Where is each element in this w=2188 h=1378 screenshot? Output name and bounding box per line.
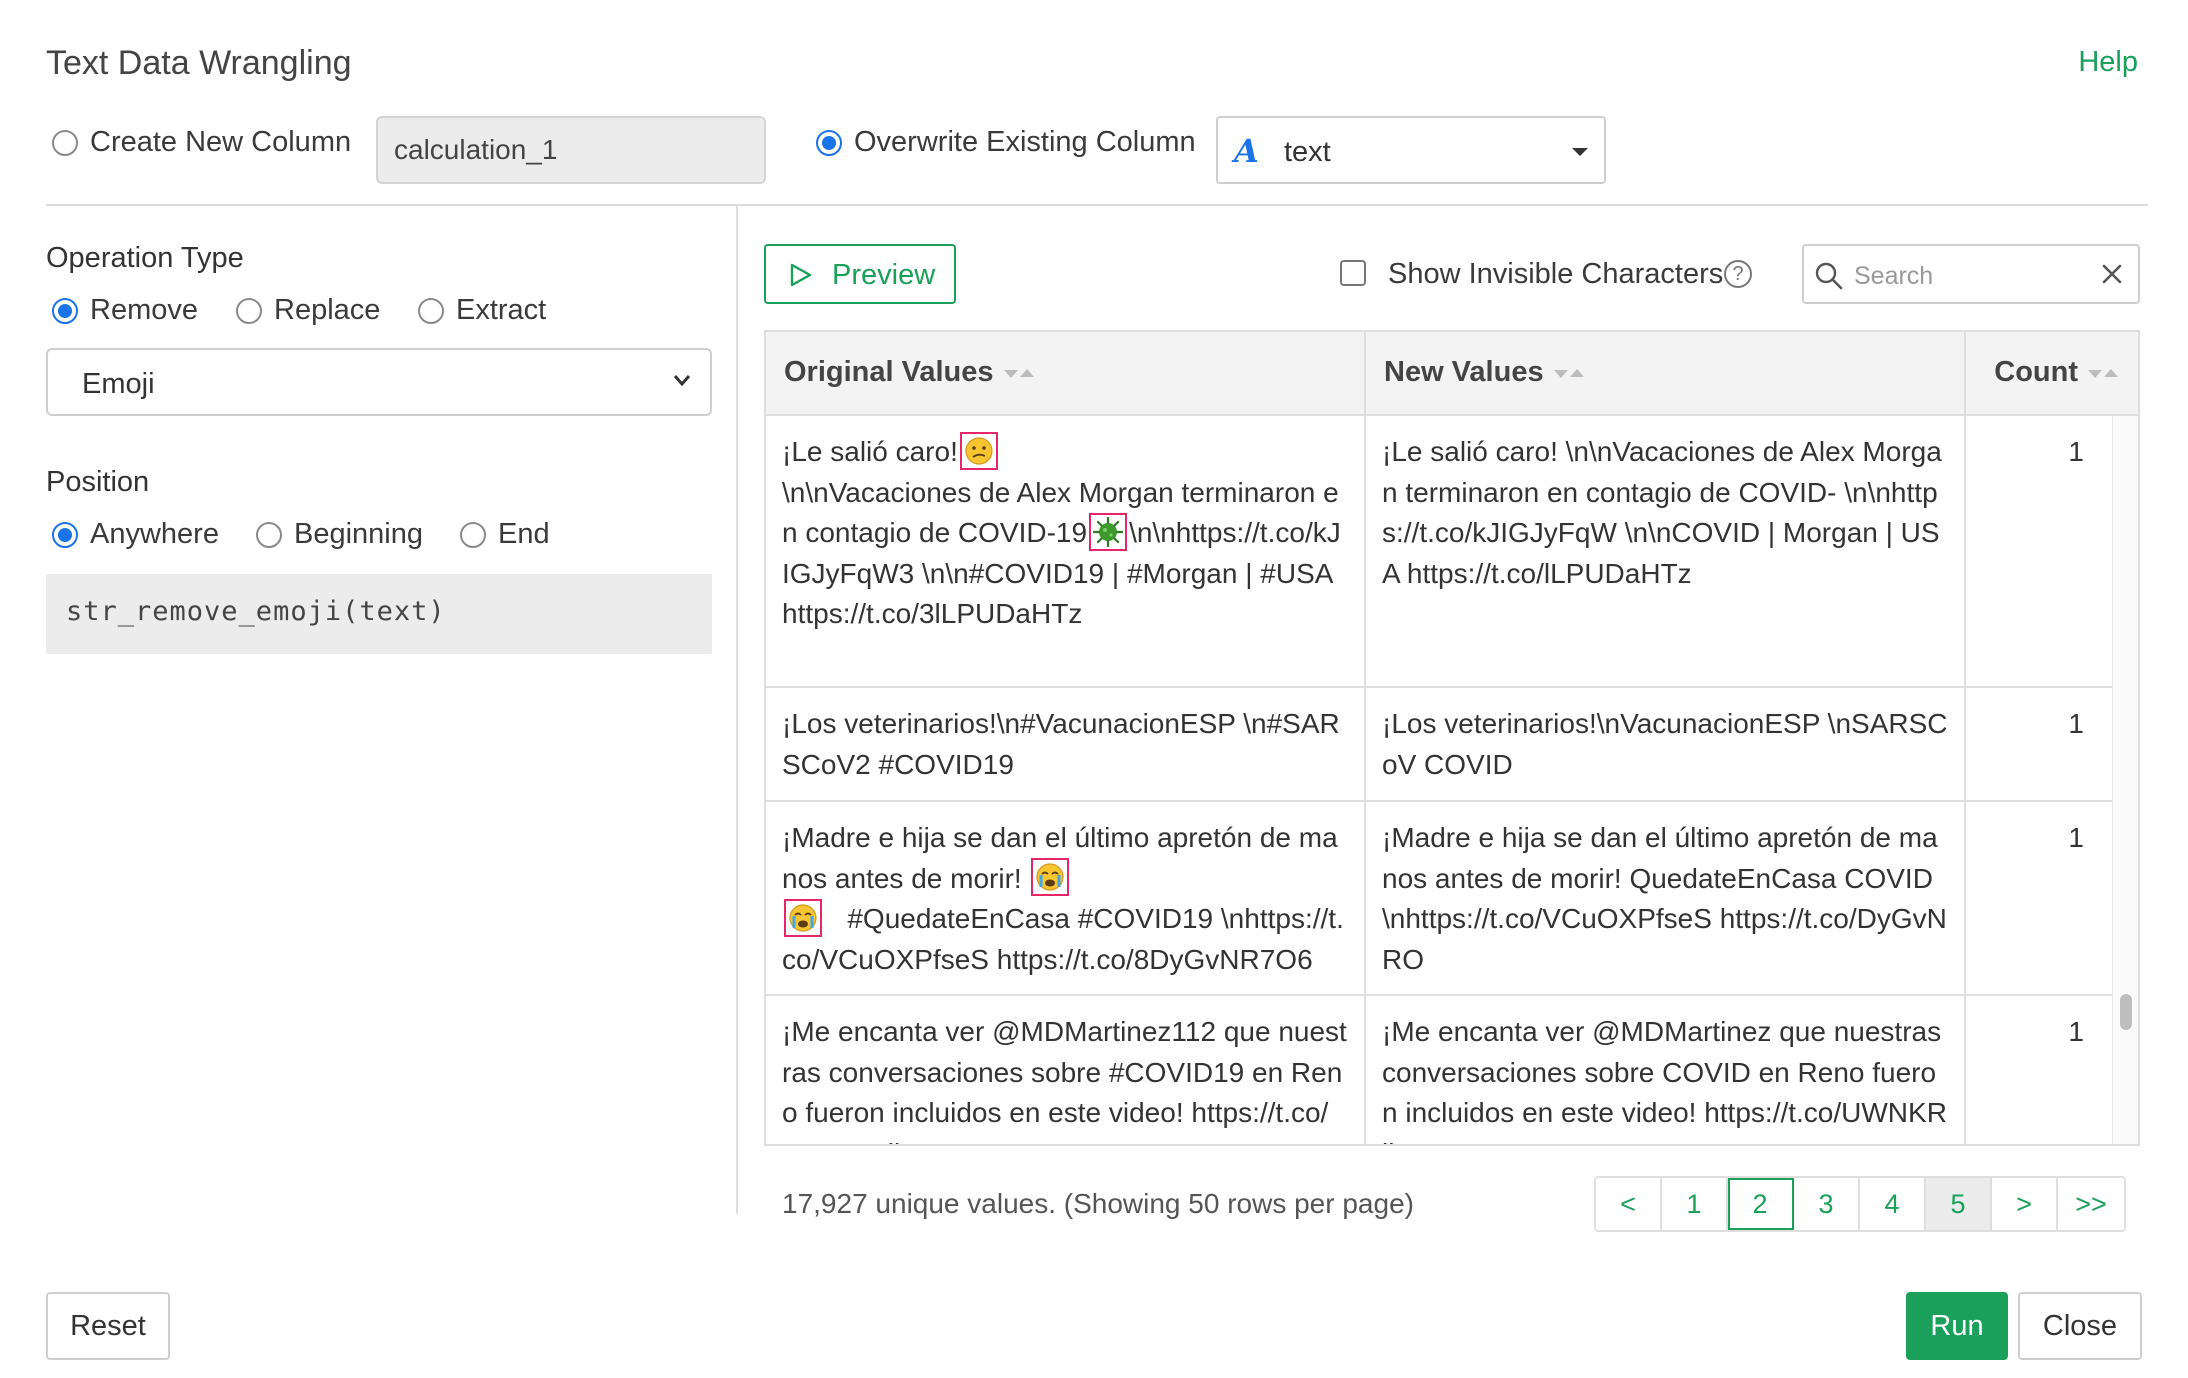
search-icon <box>1815 262 1843 290</box>
overwrite-column-radio[interactable] <box>816 129 842 156</box>
anywhere-radio[interactable] <box>52 521 78 548</box>
table-scrollbar[interactable] <box>2112 416 2138 1144</box>
search-box[interactable]: Search <box>1802 244 2140 304</box>
beginning-radio[interactable] <box>256 521 282 548</box>
create-new-column-radio[interactable] <box>52 129 78 156</box>
original-value-cell: ¡Le salió caro! \n\nVacaciones de Alex Mo… <box>766 416 1366 686</box>
crying-face-emoji-icon <box>1031 858 1070 897</box>
sort-icon[interactable] <box>1553 366 1588 380</box>
help-question-icon[interactable]: ? <box>1724 260 1752 288</box>
play-icon <box>790 263 812 287</box>
virus-emoji-icon <box>1089 512 1128 551</box>
operation-option-replace[interactable]: Replace <box>236 294 380 327</box>
page-last[interactable]: >> <box>2058 1178 2124 1230</box>
clear-icon[interactable] <box>2100 262 2124 286</box>
new-value-cell: ¡Le salió caro! \n\nVacaciones de Alex M… <box>1366 416 1966 686</box>
text-type-icon: A <box>1234 132 1259 170</box>
position-label: Position <box>46 466 150 498</box>
run-button[interactable]: Run <box>1906 1292 2008 1360</box>
preview-label: Preview <box>832 259 936 291</box>
sort-icon[interactable] <box>2088 366 2122 380</box>
table-row: ¡Madre e hija se dan el último apretón d… <box>766 802 2112 996</box>
new-column-name-input[interactable]: calculation_1 <box>376 116 766 184</box>
chevron-down-icon <box>673 375 691 387</box>
remove-label: Remove <box>90 294 198 326</box>
column-select[interactable]: A text <box>1216 116 1606 184</box>
page-5[interactable]: 5 <box>1926 1178 1992 1230</box>
table-body: ¡Le salió caro! \n\nVacaciones de Alex Mo… <box>766 416 2138 1144</box>
search-input[interactable]: Search <box>1854 262 1933 291</box>
reset-button[interactable]: Reset <box>46 1292 170 1360</box>
column-header-count-label: Count <box>1994 356 2078 388</box>
dialog-title: Text Data Wrangling <box>46 44 352 82</box>
original-value-cell: ¡Me encanta ver @MDMartinez112 que nuest… <box>766 996 1366 1144</box>
operation-target-select[interactable]: Emoji <box>46 348 712 416</box>
column-header-count[interactable]: Count <box>1966 332 2138 414</box>
beginning-label: Beginning <box>294 518 423 550</box>
caret-down-icon <box>1572 148 1588 156</box>
sort-icon[interactable] <box>1003 366 1038 380</box>
page-2[interactable]: 2 <box>1728 1178 1794 1230</box>
original-text: ¡Le salió caro! <box>782 436 958 467</box>
scrollbar-thumb[interactable] <box>2120 994 2132 1030</box>
operation-option-extract[interactable]: Extract <box>418 294 546 327</box>
operation-option-remove[interactable]: Remove <box>52 294 198 327</box>
remove-radio[interactable] <box>52 297 78 324</box>
extract-label: Extract <box>456 294 547 326</box>
show-invisible-checkbox[interactable] <box>1340 260 1366 286</box>
table-header: Original Values New Values Count <box>766 332 2138 416</box>
position-option-beginning[interactable]: Beginning <box>256 518 423 551</box>
count-cell: 1 <box>2068 1016 2084 1047</box>
column-select-value: text <box>1284 136 1331 168</box>
anywhere-label: Anywhere <box>90 518 219 550</box>
header-divider <box>46 204 2148 206</box>
unique-values-summary: 17,927 unique values. (Showing 50 rows p… <box>782 1188 1414 1219</box>
page-4[interactable]: 4 <box>1860 1178 1926 1230</box>
new-value-cell: ¡Los veterinarios!\nVacunacionESP \nSARS… <box>1366 688 1966 800</box>
count-cell: 1 <box>2068 822 2084 853</box>
page-1[interactable]: 1 <box>1662 1178 1728 1230</box>
table-row: ¡Los veterinarios!\n#VacunacionESP \n#SA… <box>766 688 2112 802</box>
new-value-cell: ¡Me encanta ver @MDMartinez que nuestras… <box>1366 996 1966 1144</box>
table-row: ¡Le salió caro! \n\nVacaciones de Alex Mo… <box>766 416 2112 688</box>
overwrite-column-label: Overwrite Existing Column <box>854 126 1196 158</box>
preview-table: Original Values New Values Count ¡Le sal… <box>764 330 2140 1146</box>
end-radio[interactable] <box>460 521 486 548</box>
column-header-new[interactable]: New Values <box>1366 332 1966 414</box>
generated-code: str_remove_emoji(text) <box>46 574 712 654</box>
original-value-cell: ¡Madre e hija se dan el último apretón d… <box>766 802 1366 994</box>
panel-divider <box>736 206 738 1214</box>
column-header-new-label: New Values <box>1384 356 1544 388</box>
count-cell: 1 <box>2068 708 2084 739</box>
extract-radio[interactable] <box>418 297 444 324</box>
page-3[interactable]: 3 <box>1794 1178 1860 1230</box>
pagination: < 1 2 3 4 5 > >> <box>1594 1176 2126 1232</box>
table-row: ¡Me encanta ver @MDMartinez112 que nuest… <box>766 996 2112 1144</box>
operation-target-value: Emoji <box>82 368 155 400</box>
overwrite-column-option[interactable]: Overwrite Existing Column <box>816 126 1196 159</box>
page-next[interactable]: > <box>1992 1178 2058 1230</box>
end-label: End <box>498 518 550 550</box>
operation-type-label: Operation Type <box>46 242 244 274</box>
create-new-column-option[interactable]: Create New Column <box>52 126 351 159</box>
column-header-original[interactable]: Original Values <box>766 332 1366 414</box>
preview-button[interactable]: Preview <box>764 244 956 304</box>
replace-radio[interactable] <box>236 297 262 324</box>
page-prev[interactable]: < <box>1596 1178 1662 1230</box>
show-invisible-label: Show Invisible Characters <box>1388 258 1724 290</box>
count-cell: 1 <box>2068 436 2084 467</box>
column-header-original-label: Original Values <box>784 356 994 388</box>
position-option-end[interactable]: End <box>460 518 550 551</box>
original-text: #QuedateEnCasa #COVID19 \nhttps://t.co/V… <box>782 903 1344 975</box>
original-value-cell: ¡Los veterinarios!\n#VacunacionESP \n#SA… <box>766 688 1366 800</box>
create-new-column-label: Create New Column <box>90 126 352 158</box>
close-button[interactable]: Close <box>2018 1292 2142 1360</box>
confused-face-emoji-icon <box>959 431 998 470</box>
help-link[interactable]: Help <box>2078 46 2138 79</box>
replace-label: Replace <box>274 294 381 326</box>
crying-face-emoji-icon <box>784 898 822 937</box>
new-value-cell: ¡Madre e hija se dan el último apretón d… <box>1366 802 1966 994</box>
position-option-anywhere[interactable]: Anywhere <box>52 518 219 551</box>
